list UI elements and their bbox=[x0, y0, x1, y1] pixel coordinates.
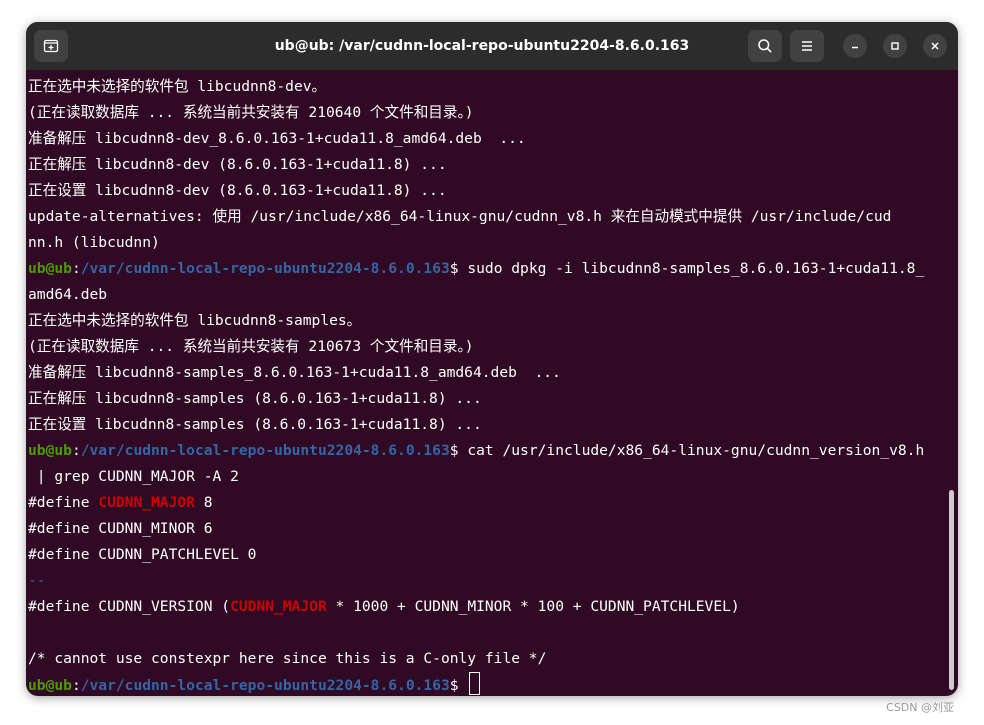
title-bar: ub@ub: /var/cudnn-local-repo-ubuntu2204-… bbox=[26, 22, 958, 70]
terminal-line: #define CUDNN_PATCHLEVEL 0 bbox=[28, 546, 257, 563]
define-line: #define CUDNN_MAJOR 8 bbox=[28, 490, 958, 516]
maximize-button[interactable] bbox=[883, 34, 907, 58]
new-tab-icon bbox=[43, 39, 59, 53]
close-button[interactable] bbox=[923, 34, 947, 58]
prompt-path: /var/cudnn-local-repo-ubuntu2204-8.6.0.1… bbox=[80, 260, 450, 277]
define-suffix: * 1000 + CUDNN_MINOR * 100 + CUDNN_PATCH… bbox=[326, 598, 740, 615]
prompt-user: ub@ub bbox=[28, 442, 72, 459]
command-text: sudo dpkg -i libcudnn8-samples_8.6.0.163… bbox=[467, 260, 925, 277]
minimize-icon bbox=[852, 46, 858, 49]
prompt-line: ub@ub:/var/cudnn-local-repo-ubuntu2204-8… bbox=[28, 256, 958, 282]
menu-button[interactable] bbox=[790, 30, 824, 62]
terminal-line: (正在读取数据库 ... 系统当前共安装有 210673 个文件和目录。) bbox=[28, 338, 474, 355]
terminal-line: 正在解压 libcudnn8-samples (8.6.0.163-1+cuda… bbox=[28, 390, 482, 407]
prompt-dollar: $ bbox=[449, 442, 468, 459]
command-text: cat /usr/include/x86_64-linux-gnu/cudnn_… bbox=[467, 442, 925, 459]
terminal-line: update-alternatives: 使用 /usr/include/x86… bbox=[28, 208, 892, 225]
terminal-line: 准备解压 libcudnn8-samples_8.6.0.163-1+cuda1… bbox=[28, 364, 561, 381]
terminal-line: 准备解压 libcudnn8-dev_8.6.0.163-1+cuda11.8_… bbox=[28, 130, 526, 147]
define-prefix: #define CUDNN_VERSION ( bbox=[28, 598, 231, 615]
search-icon bbox=[758, 39, 772, 53]
grep-separator: -- bbox=[28, 572, 46, 589]
prompt-path: /var/cudnn-local-repo-ubuntu2204-8.6.0.1… bbox=[80, 442, 450, 459]
terminal-line: nn.h (libcudnn) bbox=[28, 234, 160, 251]
terminal-line: amd64.deb bbox=[28, 286, 108, 303]
minimize-button[interactable] bbox=[843, 34, 867, 58]
terminal-window: ub@ub: /var/cudnn-local-repo-ubuntu2204-… bbox=[26, 22, 958, 696]
terminal-line: 正在解压 libcudnn8-dev (8.6.0.163-1+cuda11.8… bbox=[28, 156, 447, 173]
prompt-line: ub@ub:/var/cudnn-local-repo-ubuntu2204-8… bbox=[28, 438, 958, 464]
prompt-path: /var/cudnn-local-repo-ubuntu2204-8.6.0.1… bbox=[80, 677, 450, 694]
terminal-line: #define CUDNN_MINOR 6 bbox=[28, 520, 213, 537]
new-tab-button[interactable] bbox=[34, 30, 68, 62]
grep-match: CUDNN_MAJOR bbox=[230, 598, 327, 615]
prompt-user: ub@ub bbox=[28, 677, 72, 694]
define-prefix: #define bbox=[28, 494, 99, 511]
terminal-output[interactable]: 正在选中未选择的软件包 libcudnn8-dev。 (正在读取数据库 ... … bbox=[26, 70, 958, 696]
terminal-line: 正在设置 libcudnn8-dev (8.6.0.163-1+cuda11.8… bbox=[28, 182, 447, 199]
terminal-line: 正在选中未选择的软件包 libcudnn8-samples。 bbox=[28, 312, 362, 329]
grep-match: CUDNN_MAJOR bbox=[98, 494, 195, 511]
window-title: ub@ub: /var/cudnn-local-repo-ubuntu2204-… bbox=[274, 38, 690, 54]
close-icon bbox=[931, 42, 939, 50]
prompt-line: ub@ub:/var/cudnn-local-repo-ubuntu2204-8… bbox=[28, 672, 958, 696]
prompt-colon: : bbox=[71, 260, 81, 277]
define-line: #define CUDNN_VERSION (CUDNN_MAJOR * 100… bbox=[28, 594, 958, 620]
prompt-dollar: $ bbox=[449, 260, 468, 277]
terminal-line: /* cannot use constexpr here since this … bbox=[28, 650, 547, 667]
prompt-user: ub@ub bbox=[28, 260, 72, 277]
scrollbar-thumb[interactable] bbox=[949, 490, 954, 690]
terminal-line: 正在选中未选择的软件包 libcudnn8-dev。 bbox=[28, 78, 327, 95]
terminal-line: | grep CUDNN_MAJOR -A 2 bbox=[28, 468, 239, 485]
terminal-line: 正在设置 libcudnn8-samples (8.6.0.163-1+cuda… bbox=[28, 416, 482, 433]
terminal-line: (正在读取数据库 ... 系统当前共安装有 210640 个文件和目录。) bbox=[28, 104, 474, 121]
prompt-colon: : bbox=[71, 677, 81, 694]
maximize-icon bbox=[891, 42, 899, 50]
watermark: CSDN @刘亚 bbox=[886, 701, 954, 714]
search-button[interactable] bbox=[748, 30, 782, 62]
prompt-dollar: $ bbox=[449, 677, 468, 694]
text-cursor bbox=[469, 672, 481, 695]
hamburger-menu-icon bbox=[802, 41, 812, 51]
prompt-colon: : bbox=[71, 442, 81, 459]
define-suffix: 8 bbox=[194, 494, 213, 511]
